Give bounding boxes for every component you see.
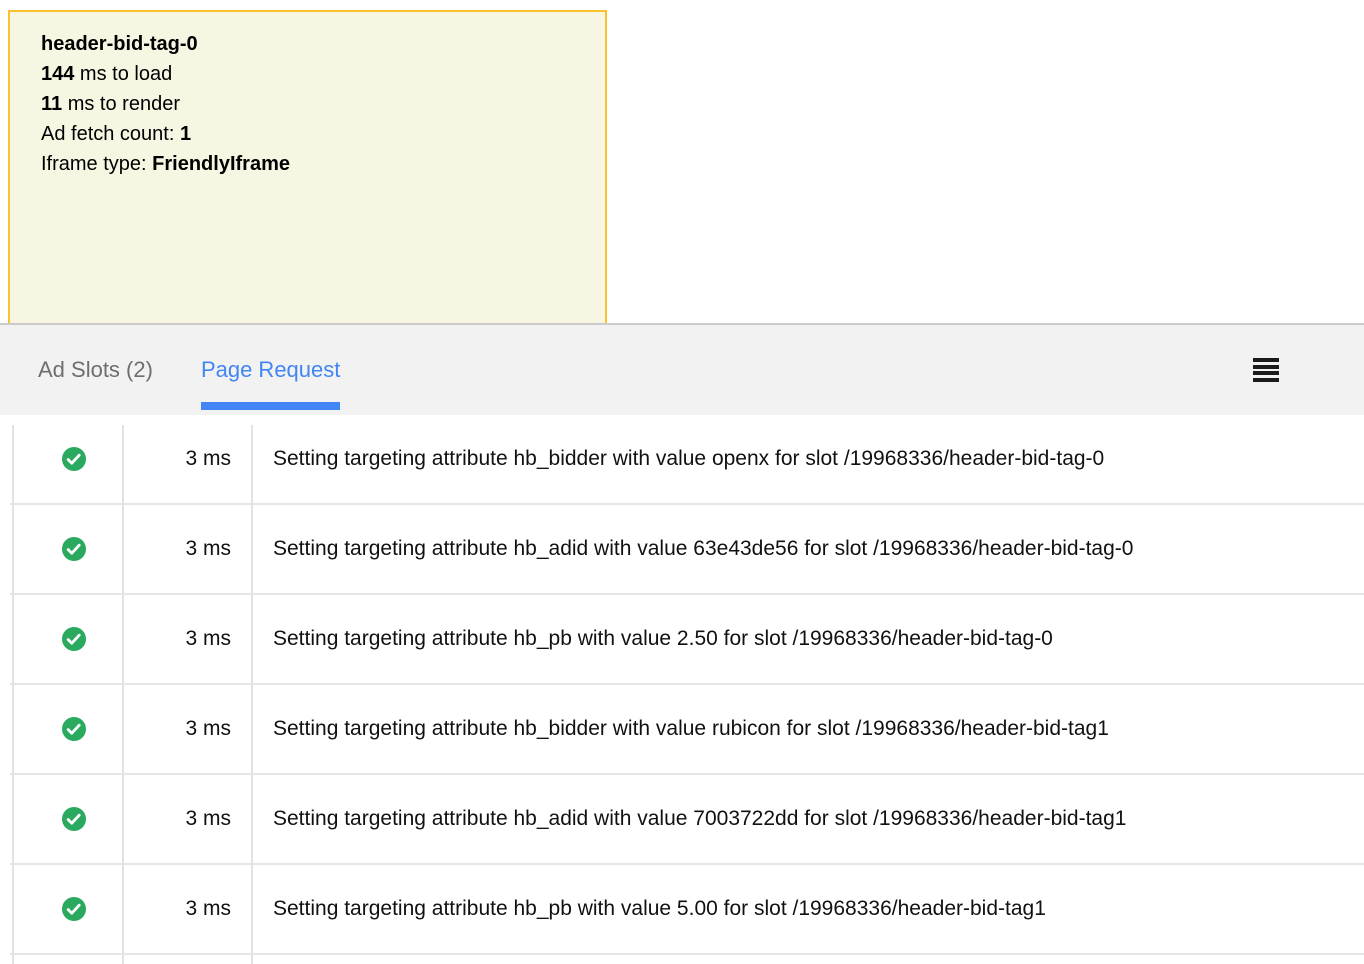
status-cell — [10, 627, 122, 651]
slot-load-time: 144 ms to load — [41, 59, 585, 89]
table-row: 3 ms Setting targeting attribute hb_bidd… — [10, 685, 1364, 775]
check-circle-icon — [62, 447, 86, 471]
table-row: 3 ms Setting targeting attribute hb_adid… — [10, 775, 1364, 865]
publisher-console: header-bid-tag-0 144 ms to load 11 ms to… — [0, 0, 1364, 964]
tab-page-request[interactable]: Page Request — [201, 325, 340, 415]
slot-title: header-bid-tag-0 — [41, 29, 585, 59]
table-row: 3 ms Setting targeting attribute hb_pb w… — [10, 595, 1364, 685]
page-request-log: 3 ms Setting targeting attribute hb_bidd… — [10, 415, 1364, 964]
message-cell: Setting targeting attribute hb_pb with v… — [251, 627, 1364, 651]
check-circle-icon — [62, 627, 86, 651]
check-circle-icon — [62, 807, 86, 831]
render-ms-value: 11 — [41, 93, 62, 115]
table-row: 3 ms Setting targeting attribute hb_pb w… — [10, 865, 1364, 955]
time-cell: 3 ms — [122, 447, 251, 471]
time-cell: 3 ms — [122, 537, 251, 561]
status-cell — [10, 447, 122, 471]
tab-ad-slots[interactable]: Ad Slots (2) — [38, 325, 153, 415]
list-menu-icon[interactable] — [1253, 358, 1279, 382]
message-cell: Setting targeting attribute hb_pb with v… — [251, 897, 1364, 921]
table-row: 3 ms Setting targeting attribute hb_bidd… — [10, 415, 1364, 505]
slot-fetch-count: Ad fetch count: 1 — [41, 119, 585, 149]
time-cell: 3 ms — [122, 897, 251, 921]
slot-iframe-type: Iframe type: FriendlyIframe — [41, 149, 585, 179]
load-ms-value: 144 — [41, 63, 74, 85]
fetch-count-label: Ad fetch count: — [41, 123, 180, 145]
slot-title-text: header-bid-tag-0 — [41, 33, 198, 55]
message-cell: Setting targeting attribute hb_bidder wi… — [251, 717, 1364, 741]
message-cell: Setting targeting attribute hb_adid with… — [251, 537, 1364, 561]
time-cell: 3 ms — [122, 627, 251, 651]
time-cell: 3 ms — [122, 717, 251, 741]
table-border — [251, 425, 253, 964]
render-ms-label: ms to render — [62, 93, 180, 115]
slot-render-time: 11 ms to render — [41, 89, 585, 119]
slot-overlay: header-bid-tag-0 144 ms to load 11 ms to… — [8, 10, 607, 325]
status-cell — [10, 537, 122, 561]
check-circle-icon — [62, 717, 86, 741]
check-circle-icon — [62, 537, 86, 561]
table-border — [122, 425, 124, 964]
status-cell — [10, 897, 122, 921]
load-ms-label: ms to load — [74, 63, 172, 85]
table-row-partial — [10, 955, 1364, 964]
table-row: 3 ms Setting targeting attribute hb_adid… — [10, 505, 1364, 595]
tab-bar: Ad Slots (2) Page Request — [0, 323, 1364, 415]
message-cell: Setting targeting attribute hb_adid with… — [251, 807, 1364, 831]
status-cell — [10, 717, 122, 741]
fetch-count-value: 1 — [180, 123, 191, 145]
table-border — [12, 425, 14, 964]
time-cell: 3 ms — [122, 807, 251, 831]
iframe-type-value: FriendlyIframe — [152, 153, 290, 175]
check-circle-icon — [62, 897, 86, 921]
iframe-type-label: Iframe type: — [41, 153, 152, 175]
message-cell: Setting targeting attribute hb_bidder wi… — [251, 447, 1364, 471]
status-cell — [10, 807, 122, 831]
